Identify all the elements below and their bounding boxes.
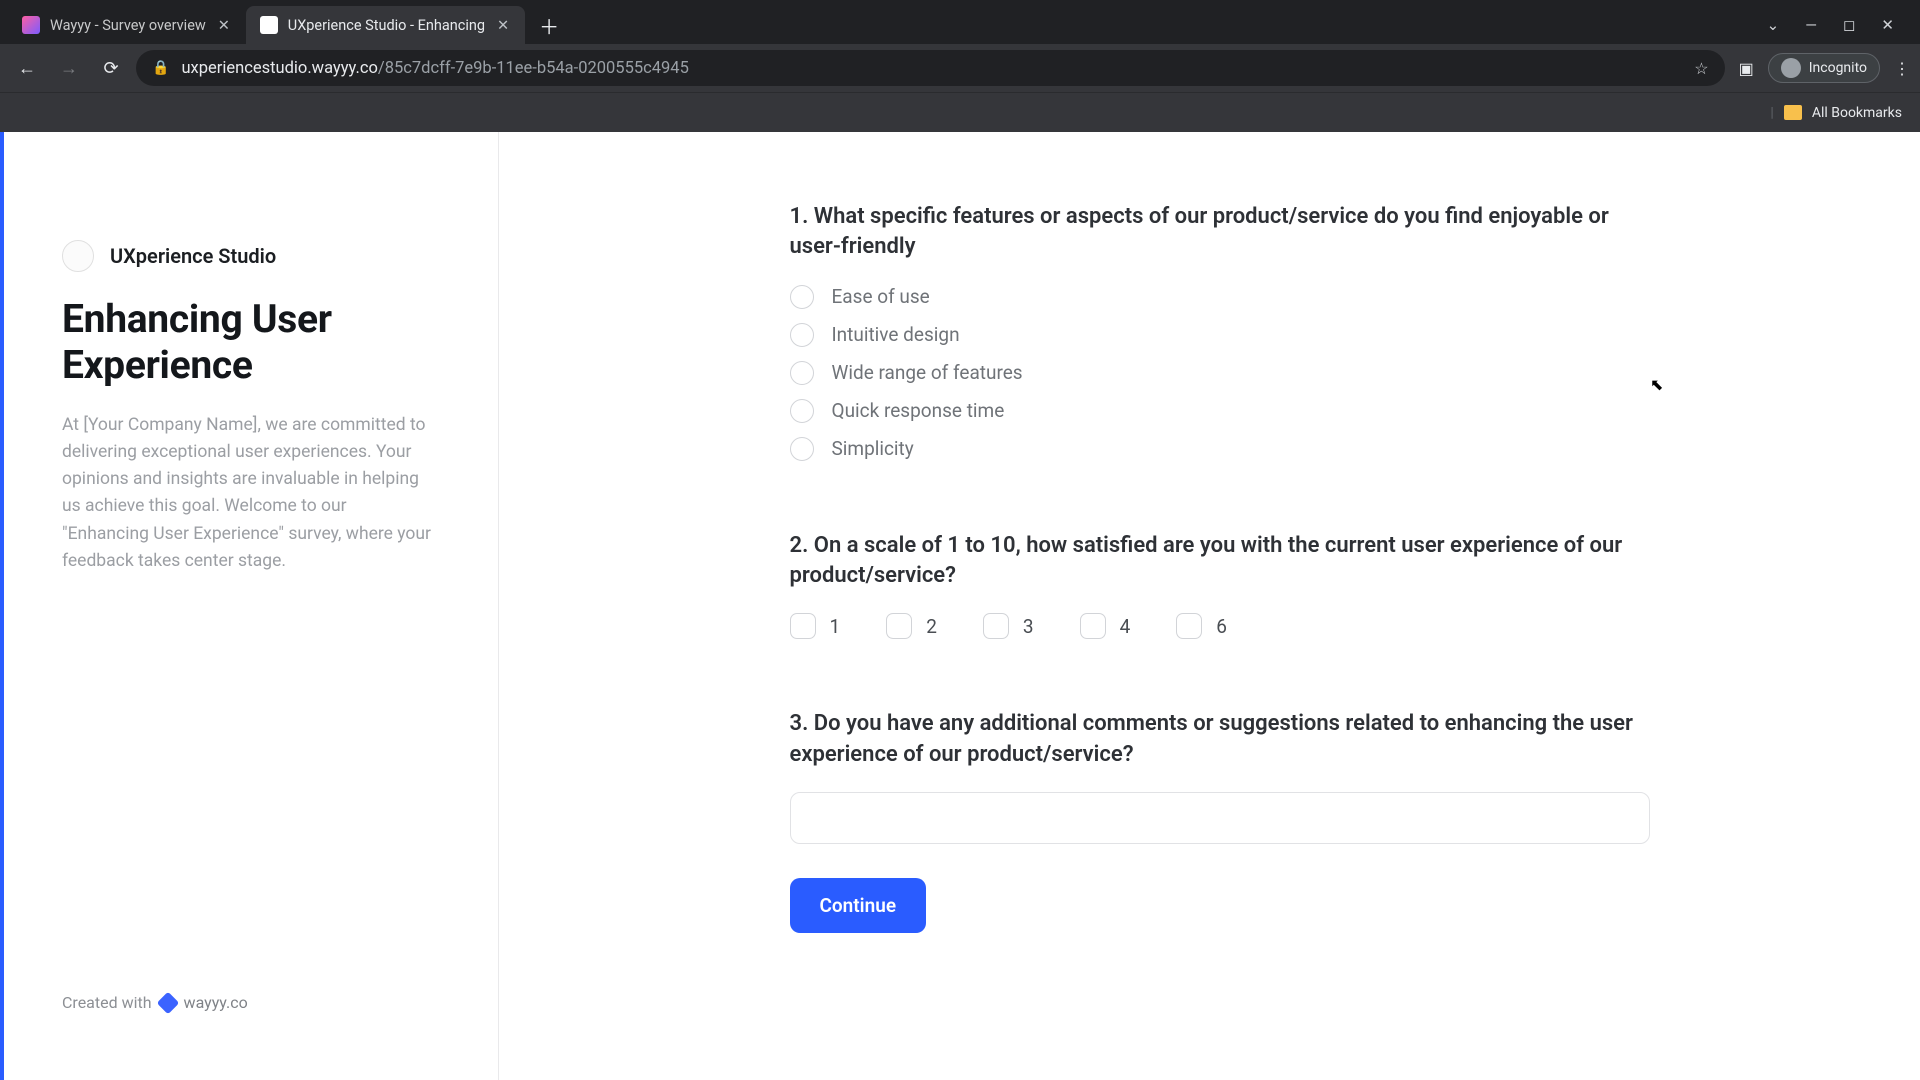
tab-strip: Wayyy - Survey overview ✕ UXperience Stu… (0, 0, 1920, 44)
tab-wayyy-overview[interactable]: Wayyy - Survey overview ✕ (8, 6, 246, 44)
favicon-uxperience (260, 16, 278, 34)
option-label: Ease of use (832, 285, 930, 308)
question-text: 3. Do you have any additional comments o… (790, 709, 1650, 770)
incognito-label: Incognito (1809, 60, 1867, 76)
chevron-down-icon[interactable]: ⌄ (1767, 16, 1780, 34)
close-tab-icon[interactable]: ✕ (216, 17, 232, 34)
back-button[interactable]: ← (10, 51, 44, 85)
favicon-wayyy (22, 16, 40, 34)
option-label: Quick response time (832, 399, 1005, 422)
scale-option-2[interactable]: 2 (886, 613, 937, 639)
option-label: 4 (1120, 615, 1131, 638)
option-label: Wide range of features (832, 361, 1023, 384)
new-tab-button[interactable]: ＋ (533, 9, 565, 41)
wayyy-logo-icon (156, 991, 179, 1014)
url-host: uxperiencestudio.wayyy.co (181, 59, 377, 78)
all-bookmarks-link[interactable]: All Bookmarks (1812, 105, 1902, 121)
bookmarks-bar: | All Bookmarks (0, 92, 1920, 132)
radio-icon (790, 323, 814, 347)
minimize-icon[interactable]: ― (1805, 16, 1817, 34)
option-ease-of-use[interactable]: Ease of use (790, 285, 1650, 309)
incognito-badge[interactable]: Incognito (1768, 53, 1880, 83)
forward-button[interactable]: → (52, 51, 86, 85)
survey-description: At [Your Company Name], we are committed… (62, 412, 432, 575)
option-label: 1 (830, 615, 841, 638)
brand-logo (62, 240, 94, 272)
tab-uxperience[interactable]: UXperience Studio - Enhancing ✕ (246, 6, 525, 44)
checkbox-icon (1080, 613, 1106, 639)
option-label: 3 (1023, 615, 1034, 638)
brand-name: UXperience Studio (110, 244, 276, 268)
toolbar: ← → ⟳ 🔒 uxperiencestudio.wayyy.co/85c7dc… (0, 44, 1920, 92)
option-label: Intuitive design (832, 323, 960, 346)
checkbox-icon (1176, 613, 1202, 639)
url-path: /85c7dcff-7e9b-11ee-b54a-0200555c4945 (378, 59, 689, 78)
panel-icon[interactable]: ▣ (1739, 59, 1754, 78)
tab-title: Wayyy - Survey overview (50, 17, 206, 34)
incognito-icon (1781, 58, 1801, 78)
lock-icon: 🔒 (152, 60, 169, 76)
radio-icon (790, 437, 814, 461)
scale-option-1[interactable]: 1 (790, 613, 841, 639)
sidebar: UXperience Studio Enhancing User Experie… (4, 132, 499, 1080)
option-label: 2 (926, 615, 937, 638)
close-tab-icon[interactable]: ✕ (495, 17, 511, 34)
url-text: uxperiencestudio.wayyy.co/85c7dcff-7e9b-… (181, 59, 688, 78)
question-3: 3. Do you have any additional comments o… (790, 709, 1650, 844)
question-text: 1. What specific features or aspects of … (790, 202, 1650, 263)
continue-button[interactable]: Continue (790, 878, 927, 933)
scale-option-6[interactable]: 6 (1176, 613, 1227, 639)
maximize-icon[interactable]: ◻ (1843, 16, 1855, 34)
sidebar-footer: Created with wayyy.co (62, 993, 438, 1050)
radio-icon (790, 399, 814, 423)
option-wide-range[interactable]: Wide range of features (790, 361, 1650, 385)
comments-input[interactable] (790, 792, 1650, 844)
star-icon[interactable]: ☆ (1694, 59, 1708, 78)
tab-title: UXperience Studio - Enhancing (288, 17, 485, 34)
checkbox-icon (886, 613, 912, 639)
question-2: 2. On a scale of 1 to 10, how satisfied … (790, 531, 1650, 640)
close-window-icon[interactable]: ✕ (1881, 16, 1894, 34)
survey-title: Enhancing User Experience (62, 296, 438, 388)
folder-icon (1784, 105, 1802, 120)
checkbox-icon (790, 613, 816, 639)
window-controls: ⌄ ― ◻ ✕ (1767, 16, 1912, 34)
checkbox-icon (983, 613, 1009, 639)
reload-button[interactable]: ⟳ (94, 51, 128, 85)
menu-icon[interactable]: ⋮ (1894, 59, 1910, 78)
scale-option-3[interactable]: 3 (983, 613, 1034, 639)
question-text: 2. On a scale of 1 to 10, how satisfied … (790, 531, 1650, 592)
option-simplicity[interactable]: Simplicity (790, 437, 1650, 461)
option-quick-response[interactable]: Quick response time (790, 399, 1650, 423)
option-intuitive-design[interactable]: Intuitive design (790, 323, 1650, 347)
radio-icon (790, 285, 814, 309)
created-with-label: Created with (62, 993, 152, 1012)
main-content: 1. What specific features or aspects of … (499, 132, 1920, 1080)
radio-icon (790, 361, 814, 385)
wayyy-link[interactable]: wayyy.co (184, 993, 248, 1012)
address-bar[interactable]: 🔒 uxperiencestudio.wayyy.co/85c7dcff-7e9… (136, 50, 1725, 86)
question-1: 1. What specific features or aspects of … (790, 202, 1650, 461)
option-label: 6 (1216, 615, 1227, 638)
bookmarks-divider: | (1770, 105, 1773, 121)
scale-option-4[interactable]: 4 (1080, 613, 1131, 639)
option-label: Simplicity (832, 437, 914, 460)
